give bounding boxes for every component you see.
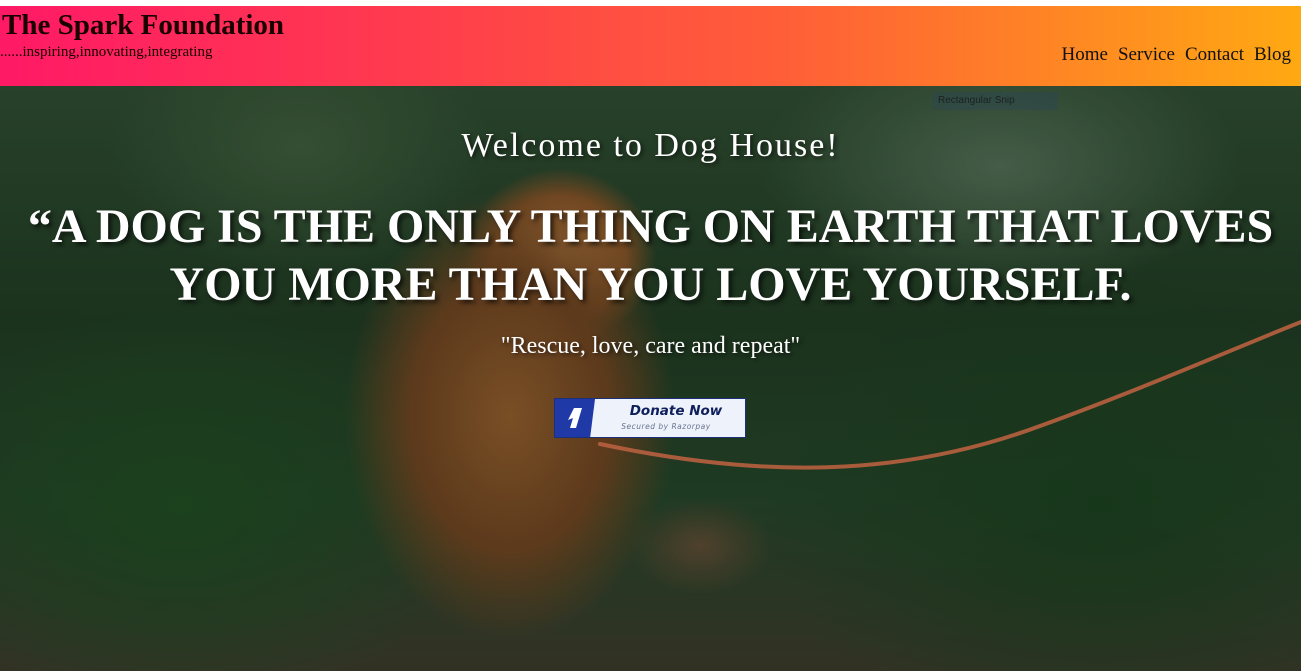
hero-section: Rectangular Snip Welcome to Dog House! “… xyxy=(0,86,1301,671)
site-header: The Spark Foundation ......inspiring,inn… xyxy=(0,6,1301,86)
hero-motto: "Rescue, love, care and repeat" xyxy=(500,333,801,359)
snip-tool-label: Rectangular Snip xyxy=(932,92,1058,110)
brand-tagline: ......inspiring,innovating,integrating xyxy=(0,44,213,60)
donate-secured-label: Secured by Razorpay xyxy=(621,422,711,431)
leash-graphic xyxy=(598,320,1301,470)
main-nav: Home Service Contact Blog xyxy=(1062,44,1291,66)
nav-link-service[interactable]: Service xyxy=(1118,44,1175,66)
nav-link-blog[interactable]: Blog xyxy=(1254,44,1291,66)
nav-link-home[interactable]: Home xyxy=(1062,44,1108,66)
page: The Spark Foundation ......inspiring,inn… xyxy=(0,0,1301,671)
donate-button-label: Donate Now xyxy=(629,403,723,419)
brand-title[interactable]: The Spark Foundation xyxy=(2,9,284,41)
welcome-heading: Welcome to Dog House! xyxy=(461,127,840,164)
nav-link-contact[interactable]: Contact xyxy=(1185,44,1244,66)
razorpay-icon xyxy=(555,399,595,437)
hero-quote: “A DOG IS THE ONLY THING ON EARTH THAT L… xyxy=(27,200,1274,311)
donate-now-button[interactable]: Donate Now Secured by Razorpay xyxy=(554,398,746,438)
